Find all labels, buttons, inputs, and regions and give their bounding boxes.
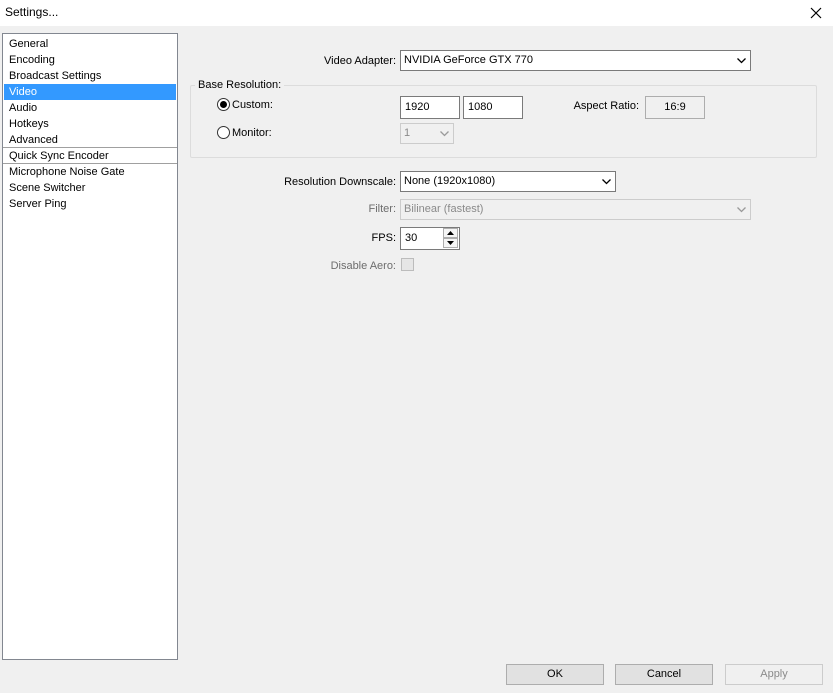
video-adapter-label: Video Adapter:: [324, 55, 396, 67]
cancel-button[interactable]: Cancel: [615, 664, 713, 685]
monitor-resolution-radio[interactable]: [217, 126, 230, 139]
fps-label: FPS:: [371, 232, 396, 244]
chevron-down-icon: [602, 179, 611, 185]
video-adapter-value: NVIDIA GeForce GTX 770: [404, 54, 533, 66]
monitor-select: 1: [400, 123, 454, 144]
sidebar-item-scene-switcher[interactable]: Scene Switcher: [4, 180, 176, 196]
sidebar-item-advanced[interactable]: Advanced: [4, 132, 176, 148]
base-resolution-label: Base Resolution:: [195, 79, 285, 91]
resolution-downscale-select[interactable]: None (1920x1080): [400, 171, 616, 192]
resolution-downscale-label: Resolution Downscale:: [284, 176, 396, 188]
ok-button[interactable]: OK: [506, 664, 604, 685]
sidebar-item-quick-sync-encoder[interactable]: Quick Sync Encoder: [4, 148, 176, 164]
aspect-ratio-value: 16:9: [645, 96, 705, 119]
monitor-value: 1: [404, 127, 411, 139]
disable-aero-checkbox: [401, 258, 414, 271]
title-bar: Settings...: [0, 0, 833, 26]
filter-label: Filter:: [368, 203, 397, 215]
arrow-up-icon: [447, 231, 454, 235]
custom-resolution-label: Custom:: [232, 99, 273, 111]
chevron-down-icon: [440, 131, 449, 137]
sidebar-item-broadcast-settings[interactable]: Broadcast Settings: [4, 68, 176, 84]
close-button[interactable]: [799, 0, 833, 26]
filter-value: Bilinear (fastest): [404, 203, 484, 215]
chevron-down-icon: [737, 207, 746, 213]
fps-value: 30: [405, 232, 418, 244]
sidebar-item-microphone-noise-gate[interactable]: Microphone Noise Gate: [4, 164, 176, 180]
resolution-height-input[interactable]: 1080: [463, 96, 523, 119]
close-icon: [810, 7, 822, 19]
window-title: Settings...: [5, 5, 59, 19]
fps-decrement-button[interactable]: [443, 238, 458, 248]
settings-category-list[interactable]: General Encoding Broadcast Settings Vide…: [2, 33, 178, 660]
sidebar-item-video[interactable]: Video: [4, 84, 176, 100]
video-adapter-select[interactable]: NVIDIA GeForce GTX 770: [400, 50, 751, 71]
aspect-ratio-label: Aspect Ratio:: [573, 100, 639, 112]
fps-increment-button[interactable]: [443, 228, 458, 238]
sidebar-item-audio[interactable]: Audio: [4, 100, 176, 116]
sidebar-item-general[interactable]: General: [4, 36, 176, 52]
sidebar-item-hotkeys[interactable]: Hotkeys: [4, 116, 176, 132]
disable-aero-label: Disable Aero:: [330, 260, 396, 272]
sidebar-item-server-ping[interactable]: Server Ping: [4, 196, 176, 212]
arrow-down-icon: [447, 241, 454, 245]
filter-select: Bilinear (fastest): [400, 199, 751, 220]
resolution-width-input[interactable]: 1920: [400, 96, 460, 119]
resolution-downscale-value: None (1920x1080): [404, 175, 496, 187]
monitor-resolution-label: Monitor:: [232, 127, 272, 139]
apply-button: Apply: [725, 664, 823, 685]
custom-resolution-radio[interactable]: [217, 98, 230, 111]
chevron-down-icon: [737, 58, 746, 64]
sidebar-item-encoding[interactable]: Encoding: [4, 52, 176, 68]
